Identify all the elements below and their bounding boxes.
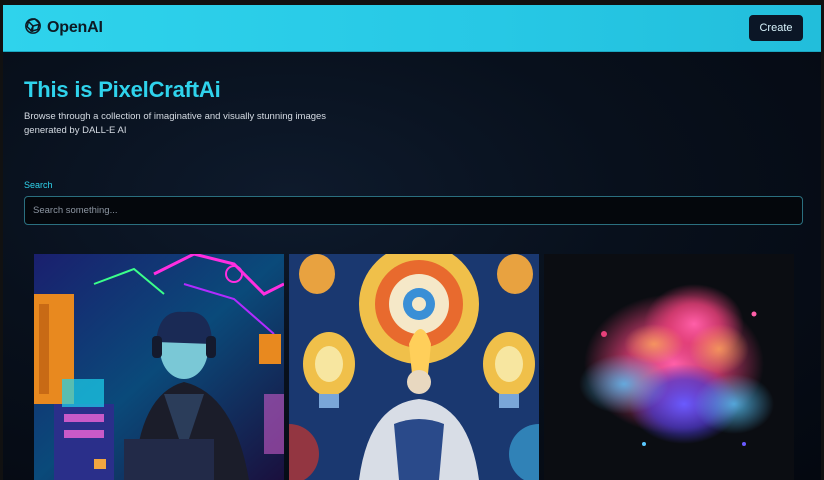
top-header: OpenAI Create — [3, 5, 821, 52]
gallery-card-cyberpunk[interactable] — [34, 254, 284, 480]
app-frame: OpenAI Create This is PixelCraftAi Brows… — [0, 0, 824, 480]
search-label: Search — [24, 180, 53, 190]
page-title: This is PixelCraftAi — [24, 77, 221, 102]
gallery-image-cyberpunk — [34, 254, 284, 480]
brand-logo[interactable]: OpenAI — [23, 16, 103, 40]
image-gallery — [34, 254, 794, 480]
search-input[interactable] — [24, 196, 803, 225]
create-button[interactable]: Create — [749, 15, 803, 41]
page-description: Browse through a collection of imaginati… — [24, 111, 327, 136]
gallery-card-lightbulbs[interactable] — [289, 254, 539, 480]
openai-logo-icon — [23, 16, 43, 41]
gallery-image-powder-explosion — [544, 254, 794, 480]
brand-name: OpenAI — [47, 19, 103, 36]
gallery-image-lightbulbs — [289, 254, 539, 480]
gallery-card-powder-explosion[interactable] — [544, 254, 794, 480]
